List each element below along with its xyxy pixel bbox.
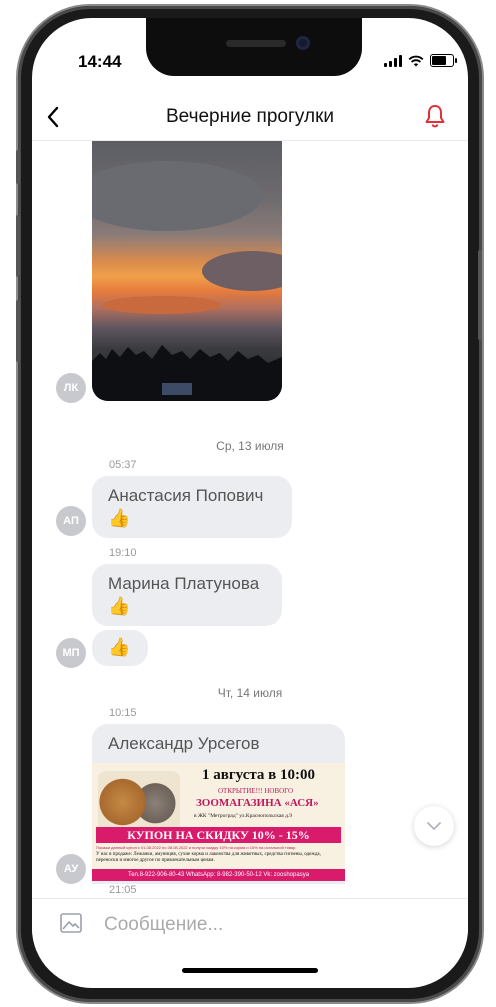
ad-sale-text: У нас в продаже: Лежанки, амуниция, сухи… xyxy=(96,852,321,863)
cloud-shape xyxy=(102,296,222,314)
tree-silhouette xyxy=(92,345,282,401)
message-composer xyxy=(32,898,468,951)
screen: 14:44 Вечерние прогулки ЛК Ср, 13 июля 0… xyxy=(32,18,468,988)
ad-coupon: КУПОН НА СКИДКУ 10% - 15% xyxy=(96,827,341,843)
chat-title: Вечерние прогулки xyxy=(165,106,335,127)
attach-image-button[interactable] xyxy=(60,913,82,938)
avatar[interactable]: МП xyxy=(56,638,86,668)
power-button xyxy=(478,250,482,340)
message-time: 05:37 xyxy=(109,459,137,471)
ad-date-line: 1 августа в 10:00 xyxy=(202,767,316,783)
thumbs-up-icon: 👍 xyxy=(108,637,131,657)
status-icons xyxy=(384,54,457,67)
date-separator: Ср, 13 июля xyxy=(216,439,284,453)
battery-icon xyxy=(430,54,457,67)
avatar[interactable]: ЛК xyxy=(56,373,86,403)
message-time: 10:15 xyxy=(109,707,137,719)
thumbs-up-icon: 👍 xyxy=(108,508,131,528)
speaker xyxy=(226,40,286,47)
mute-switch xyxy=(16,150,20,184)
status-time: 14:44 xyxy=(78,52,122,71)
message-time: 21:05 xyxy=(109,884,137,896)
date-separator: Чт, 14 июля xyxy=(217,686,283,700)
wifi-icon xyxy=(408,55,424,66)
volume-down-button xyxy=(16,300,20,362)
volume-up-button xyxy=(16,215,20,277)
ad-shop-name: ЗООМАГАЗИНА «АСЯ» xyxy=(196,797,319,809)
thumbs-up-icon: 👍 xyxy=(108,596,131,616)
message-input[interactable] xyxy=(102,909,406,941)
avatar[interactable]: АП xyxy=(56,506,86,536)
author-name: Марина Платунова xyxy=(108,574,260,593)
author-name: Анастасия Попович xyxy=(108,486,264,505)
ad-fine-print: Покажи данный купон с 01.08.2022 по 08.0… xyxy=(96,845,297,850)
signal-icon xyxy=(384,54,402,67)
bell-icon xyxy=(425,105,445,128)
message-bubble[interactable]: Анастасия Попович 👍 xyxy=(92,476,292,538)
message-time: 19:10 xyxy=(109,547,137,559)
ad-contacts: Тел.8-922-906-80-43 WhatsApp: 8-982-390-… xyxy=(92,869,345,881)
image-icon xyxy=(60,913,82,933)
notch xyxy=(146,18,362,76)
ad-banner-image[interactable]: 1 августа в 10:00 ОТКРЫТИЕ!!! НОВОГО ЗОО… xyxy=(92,763,345,881)
message-bubble[interactable]: Марина Платунова 👍 xyxy=(92,564,282,626)
pet-photo xyxy=(98,771,180,833)
ad-opening: ОТКРЫТИЕ!!! НОВОГО xyxy=(218,787,294,795)
scroll-down-button[interactable] xyxy=(414,806,454,846)
chat-header: Вечерние прогулки xyxy=(32,98,468,141)
chevron-down-icon xyxy=(427,822,441,830)
cloud-shape xyxy=(202,251,282,291)
message-list[interactable]: ЛК Ср, 13 июля 05:37 Анастасия Попович 👍… xyxy=(32,141,468,898)
camera xyxy=(296,36,310,50)
notifications-button[interactable] xyxy=(424,104,446,133)
home-indicator xyxy=(182,968,318,973)
sunset-photo[interactable] xyxy=(92,141,282,401)
avatar[interactable]: АУ xyxy=(56,854,86,884)
cloud-shape xyxy=(92,161,262,231)
author-name: Александр Урсегов xyxy=(108,734,260,753)
ad-address: в ЖК "Метроград" ул.Краснопольская д.9 xyxy=(194,813,293,819)
message-bubble[interactable]: 👍 xyxy=(92,630,148,666)
